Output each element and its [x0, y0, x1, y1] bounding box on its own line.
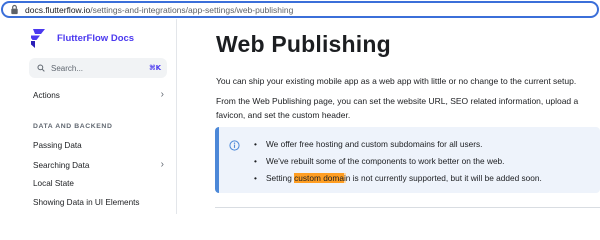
flutterflow-logo	[31, 29, 45, 48]
doc-content: Web Publishing You can ship your existin…	[178, 19, 600, 214]
sidebar-item-local-state[interactable]: Local State	[33, 179, 164, 188]
docs-sidebar: FlutterFlow Docs Search... ⌘K Actions › …	[0, 19, 177, 214]
search-button[interactable]: Search... ⌘K	[29, 58, 167, 78]
sidebar-item-label: Searching Data	[33, 160, 90, 170]
url-path: /settings-and-integrations/app-settings/…	[90, 4, 294, 15]
brand-name: FlutterFlow Docs	[57, 33, 135, 44]
note-list: We offer free hosting and custom subdoma…	[254, 136, 542, 187]
sidebar-item-searching-data[interactable]: Searching Data ›	[33, 160, 164, 170]
search-placeholder: Search...	[51, 63, 84, 73]
info-icon	[229, 140, 240, 151]
description-line-2: favicon, and set the custom header.	[216, 110, 351, 120]
sidebar-item-showing-data[interactable]: Showing Data in UI Elements	[33, 198, 164, 207]
sidebar-item-passing-data[interactable]: Passing Data	[33, 141, 164, 150]
list-item: We offer free hosting and custom subdoma…	[254, 136, 542, 153]
sidebar-item-label: Showing Data in UI Elements	[33, 198, 140, 207]
info-admonition: We offer free hosting and custom subdoma…	[215, 127, 600, 193]
url-text: docs.flutterflow.io/settings-and-integra…	[25, 5, 293, 15]
sidebar-item-label: Actions	[33, 90, 60, 100]
intro-paragraph: You can ship your existing mobile app as…	[216, 76, 577, 86]
list-item: We've rebuilt some of the components to …	[254, 153, 542, 170]
sidebar-item-actions[interactable]: Actions ›	[33, 90, 164, 100]
note-text-before: Setting	[266, 173, 295, 183]
page-title: Web Publishing	[216, 31, 391, 57]
search-highlight: custom doma	[294, 173, 344, 183]
chevron-right-icon: ›	[160, 159, 164, 170]
search-shortcut: ⌘K	[149, 64, 161, 72]
lock-icon	[11, 4, 18, 15]
address-bar[interactable]: docs.flutterflow.io/settings-and-integra…	[1, 1, 599, 18]
chevron-right-icon: ›	[160, 89, 164, 100]
note-text-after: n is not currently supported, but it wil…	[345, 173, 542, 183]
description-line-1: From the Web Publishing page, you can se…	[216, 96, 579, 106]
section-heading: DATA AND BACKEND	[33, 123, 113, 130]
list-item: Setting custom domain is not currently s…	[254, 170, 542, 187]
brand-link[interactable]: FlutterFlow Docs	[30, 29, 134, 48]
sidebar-item-label: Local State	[33, 179, 74, 188]
url-host: docs.flutterflow.io	[25, 4, 91, 15]
divider	[215, 207, 600, 208]
sidebar-item-label: Passing Data	[33, 141, 82, 150]
search-icon	[37, 64, 45, 72]
